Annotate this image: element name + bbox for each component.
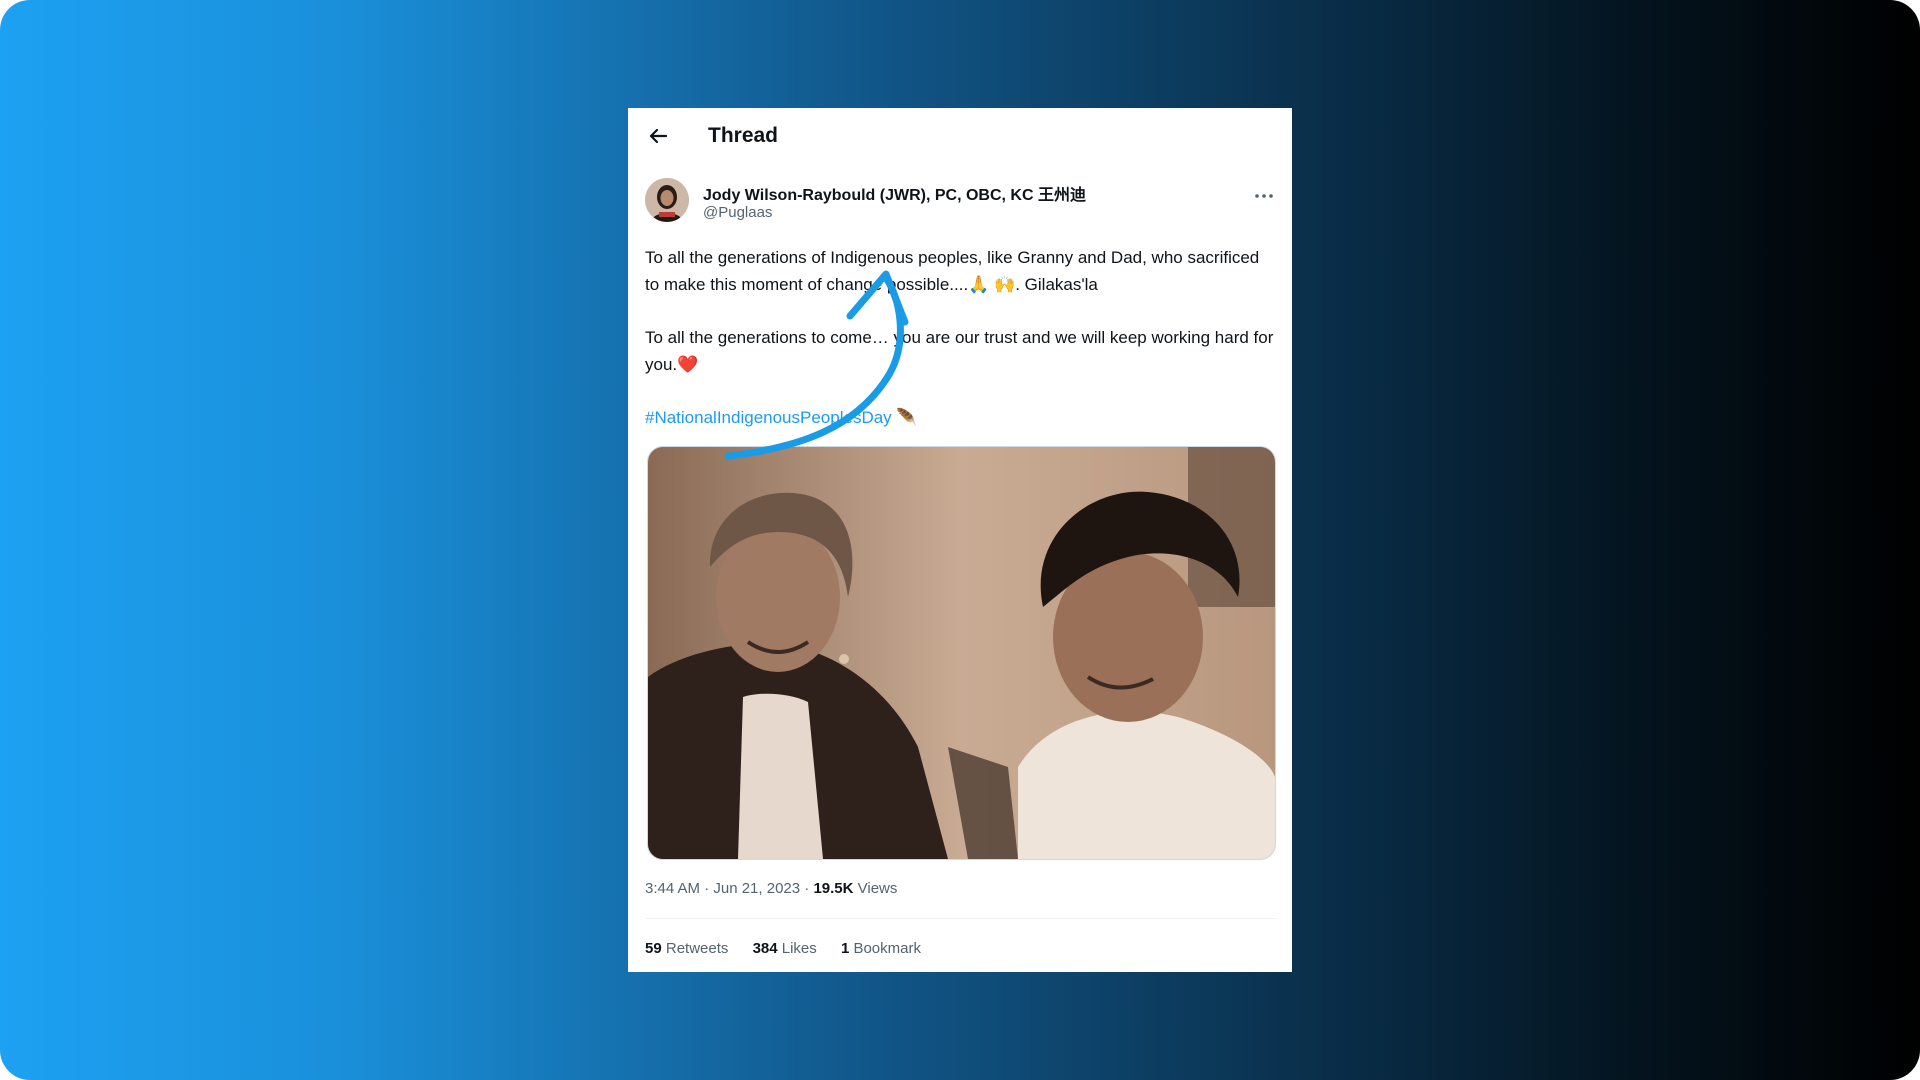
retweets-count: 59: [645, 940, 662, 957]
tweet-photo[interactable]: [647, 446, 1276, 860]
likes-label: Likes: [777, 940, 817, 957]
hashtag-line: #NationalIndigenousPeoplesDay 🪶: [645, 404, 918, 431]
bookmarks-label: Bookmark: [849, 940, 921, 957]
thread-header: Thread: [628, 108, 1292, 166]
tweet-metadata: 3:44 AM · Jun 21, 2023 · 19.5K Views: [645, 880, 897, 897]
engagement-stats: 59 Retweets 384 Likes 1 Bookmark: [645, 940, 941, 957]
retweets-stat[interactable]: 59 Retweets: [645, 940, 728, 957]
views-count: 19.5K: [813, 880, 854, 897]
arrow-left-icon[interactable]: [646, 124, 670, 148]
likes-count: 384: [752, 940, 778, 957]
avatar[interactable]: [645, 178, 689, 222]
tweet-card: Thread Jody Wilson-Raybould (JWR), PC, O…: [628, 108, 1292, 972]
sepia-photo-illustration: [648, 447, 1275, 859]
author-handle[interactable]: @Puglaas: [703, 204, 772, 221]
bookmarks-stat[interactable]: 1 Bookmark: [841, 940, 921, 957]
tweet-text-paragraph-2: To all the generations to come… you are …: [645, 328, 1274, 374]
background-frame: Thread Jody Wilson-Raybould (JWR), PC, O…: [0, 0, 1920, 1080]
tweet-text-paragraph-1: To all the generations of Indigenous peo…: [645, 248, 1260, 294]
feather-emoji: 🪶: [896, 408, 918, 427]
ellipsis-icon[interactable]: [1252, 188, 1276, 204]
page-title: Thread: [708, 124, 779, 147]
hashtag-link[interactable]: #NationalIndigenousPeoplesDay: [645, 408, 892, 427]
likes-stat[interactable]: 384 Likes: [753, 940, 817, 957]
retweets-label: Retweets: [661, 940, 729, 957]
avatar-image: [645, 178, 689, 222]
author-name[interactable]: Jody Wilson-Raybould (JWR), PC, OBC, KC …: [703, 181, 1086, 205]
tweet-timestamp[interactable]: 3:44 AM · Jun 21, 2023 ·: [645, 880, 813, 897]
divider: [645, 918, 1277, 919]
views-label: Views: [853, 880, 898, 897]
